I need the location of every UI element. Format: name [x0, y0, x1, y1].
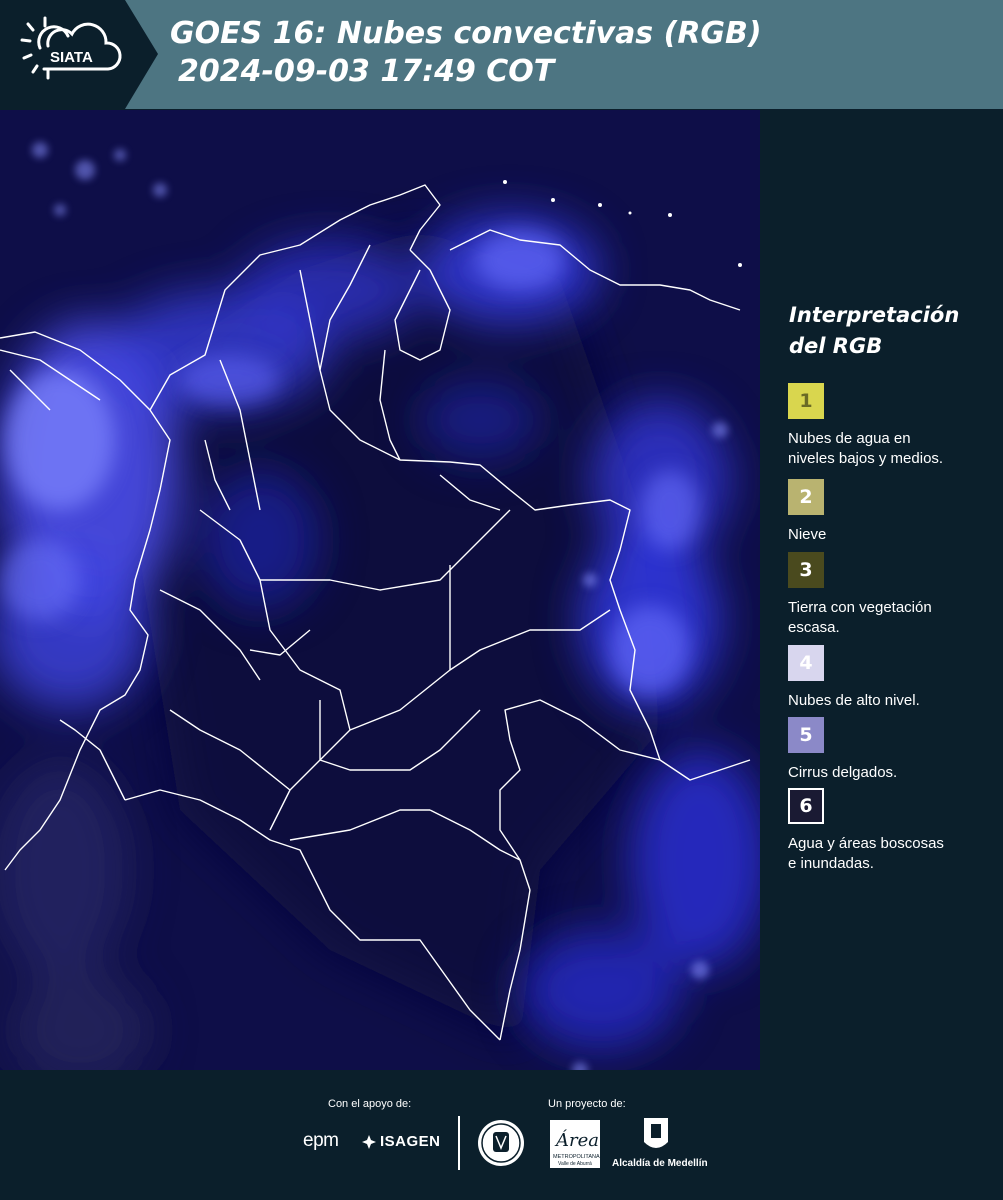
header-bar: SIATA GOES 16: Nubes convectivas (RGB) 2…: [0, 0, 1003, 109]
page-title-line2: 2024-09-03 17:49 COT: [178, 54, 555, 89]
legend-swatch: 2: [788, 479, 824, 515]
legend-title: Interpretación del RGB: [789, 303, 960, 358]
legend-item-5: 5 Cirrus delgados.: [788, 717, 998, 783]
rgb-legend: Interpretación del RGB 1 Nubes de agua e…: [760, 110, 1003, 1070]
isagen-logo: ISAGEN: [362, 1133, 441, 1150]
legend-label: Tierra con vegetación escasa.: [788, 599, 932, 636]
legend-label: Nubes de alto nivel.: [788, 692, 920, 709]
alcaldia-shield-icon: [644, 1118, 668, 1148]
legend-label: Cirrus delgados.: [788, 764, 898, 781]
isagen-icon: [362, 1134, 376, 1149]
alcaldia-medellin-logo: Alcaldía de Medellín: [612, 1116, 708, 1169]
legend-item-2: 2 Nieve: [788, 479, 998, 545]
satellite-map: [0, 110, 760, 1070]
legend-item-4: 4 Nubes de alto nivel.: [788, 645, 998, 711]
area-metropolitana-logo: Área METROPOLITANA Valle de Aburrá: [550, 1120, 600, 1173]
legend-swatch: 1: [788, 383, 824, 419]
legend-swatch: 3: [788, 552, 824, 588]
legend-item-3: 3 Tierra con vegetación escasa.: [788, 552, 998, 638]
legend-swatch: 4: [788, 645, 824, 681]
siata-logo: SIATA: [0, 0, 158, 109]
footer: Con el apoyo de: Un proyecto de: epm ISA…: [0, 1070, 1003, 1200]
legend-label: Agua y áreas boscosas e inundadas.: [788, 835, 944, 872]
page-title-line1: GOES 16: Nubes convectivas (RGB): [170, 16, 762, 51]
legend-swatch: 6: [788, 788, 824, 824]
svg-text:SIATA: SIATA: [50, 49, 93, 66]
legend-label: Nubes de agua en niveles bajos y medios.: [788, 430, 944, 467]
legend-item-1: 1 Nubes de agua en niveles bajos y medio…: [788, 383, 998, 469]
footer-divider: [458, 1116, 460, 1170]
svg-text:Área: Área: [554, 1128, 599, 1151]
legend-swatch: 5: [788, 717, 824, 753]
university-seal-logo: [476, 1118, 526, 1173]
legend-label: Nieve: [788, 526, 827, 543]
support-label: Con el apoyo de:: [328, 1098, 412, 1110]
project-label: Un proyecto de:: [548, 1098, 626, 1110]
epm-logo: epm: [303, 1130, 339, 1151]
svg-text:METROPOLITANA: METROPOLITANA: [553, 1154, 600, 1160]
svg-text:Valle de Aburrá: Valle de Aburrá: [558, 1161, 592, 1167]
legend-item-6: 6 Agua y áreas boscosas e inundadas.: [788, 788, 998, 874]
